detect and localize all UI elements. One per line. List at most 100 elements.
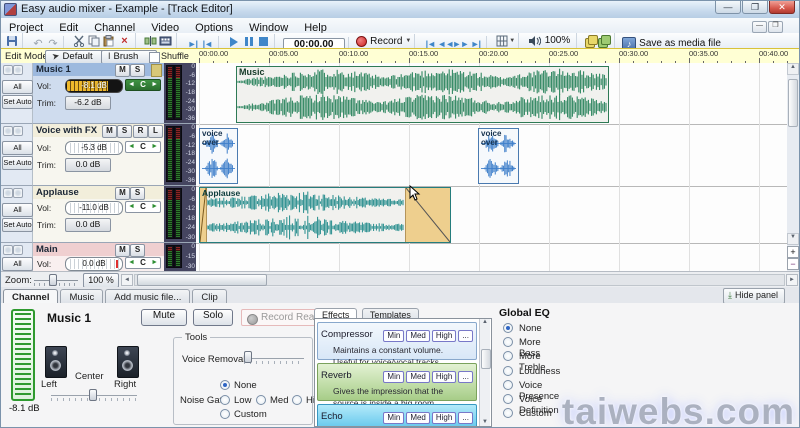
zoom-out-button[interactable]: − bbox=[787, 258, 799, 270]
track-header[interactable]: Music 1 M S bbox=[33, 63, 164, 76]
set-auto-button[interactable]: Set Auto bbox=[2, 95, 33, 109]
effect-card-echo[interactable]: Echo MinMedHigh... bbox=[317, 404, 477, 427]
minimize-button[interactable]: — bbox=[715, 1, 741, 14]
solo-track-button[interactable]: S bbox=[117, 125, 132, 138]
pan-control[interactable]: ◄ C ► bbox=[125, 201, 161, 213]
pan-left-icon[interactable]: ◄ bbox=[128, 201, 135, 213]
timeline[interactable]: Music voice over voice over Applause bbox=[196, 63, 787, 271]
mute-track-button[interactable]: M bbox=[102, 125, 117, 138]
radio-icon[interactable] bbox=[503, 337, 513, 347]
volume-slider[interactable]: -5.3 dB bbox=[65, 141, 123, 155]
solo-track-button[interactable]: S bbox=[130, 244, 145, 257]
options-icon[interactable] bbox=[13, 188, 23, 198]
scroll-down-button[interactable]: ▼ bbox=[787, 233, 799, 245]
trim-button[interactable]: 0.0 dB bbox=[65, 218, 111, 232]
copy-icon[interactable] bbox=[87, 34, 102, 47]
radio-icon[interactable] bbox=[503, 366, 513, 376]
save-icon[interactable] bbox=[4, 34, 19, 47]
all-button[interactable]: All bbox=[2, 80, 33, 94]
track-header[interactable]: Applause M S bbox=[33, 186, 164, 199]
effect--button[interactable]: ... bbox=[458, 371, 473, 383]
solo-button[interactable]: Solo bbox=[193, 309, 233, 326]
effect-Min-button[interactable]: Min bbox=[383, 330, 404, 342]
options-icon[interactable] bbox=[13, 126, 23, 136]
maximize-button[interactable]: ❐ bbox=[742, 1, 768, 14]
options-icon[interactable] bbox=[13, 245, 23, 255]
clip-voice-over-1[interactable]: voice over bbox=[199, 128, 238, 184]
voice-removal-slider-track[interactable] bbox=[244, 358, 304, 359]
effect-High-button[interactable]: High bbox=[432, 330, 456, 342]
pan-left-icon[interactable]: ◄ bbox=[128, 141, 135, 153]
shuffle-checkbox[interactable] bbox=[149, 52, 160, 63]
track-header[interactable]: Voice with FX M S R L bbox=[33, 124, 164, 137]
scroll-up-button[interactable]: ▲ bbox=[787, 63, 799, 75]
delete-icon[interactable]: × bbox=[117, 34, 132, 47]
radio-icon[interactable] bbox=[503, 323, 513, 333]
pan-control[interactable]: ◄ C ► bbox=[125, 79, 161, 91]
noise-gate-med-radio[interactable] bbox=[256, 395, 266, 405]
record-dropdown-icon[interactable]: ▼ bbox=[405, 38, 411, 44]
effect-High-button[interactable]: High bbox=[432, 412, 456, 424]
noise-gate-low-radio[interactable] bbox=[220, 395, 230, 405]
zoom-slider-thumb[interactable] bbox=[49, 274, 57, 286]
trim-button[interactable]: 0.0 dB bbox=[65, 158, 111, 172]
effects-scrollbar[interactable]: ▲▼ bbox=[479, 319, 490, 426]
mute-track-button[interactable]: M bbox=[115, 187, 130, 200]
pan-left-icon[interactable]: ◄ bbox=[128, 257, 135, 269]
hide-panel-button[interactable]: ⤓Hide panel bbox=[723, 288, 785, 304]
clip-music[interactable]: Music bbox=[236, 66, 609, 123]
v-scrollbar-thumb[interactable] bbox=[788, 79, 798, 127]
layer-green-icon[interactable] bbox=[598, 35, 611, 47]
h-scrollbar-thumb[interactable] bbox=[137, 274, 267, 286]
zoom-value[interactable]: 100 % bbox=[83, 273, 119, 288]
grid-icon[interactable] bbox=[494, 34, 509, 47]
pan-left-icon[interactable]: ◄ bbox=[128, 79, 135, 91]
zoom-in-button[interactable]: + bbox=[787, 246, 799, 258]
cut-icon[interactable] bbox=[72, 34, 87, 47]
effects-scrollbar-thumb[interactable] bbox=[481, 349, 491, 369]
collapse-icon[interactable] bbox=[3, 188, 13, 198]
mute-track-button[interactable]: M bbox=[115, 244, 130, 257]
play-icon[interactable] bbox=[226, 35, 241, 48]
film-icon[interactable] bbox=[158, 34, 173, 47]
radio-icon[interactable] bbox=[503, 351, 513, 361]
set-auto-button[interactable]: Set Auto bbox=[2, 218, 33, 232]
time-ruler[interactable]: 00:00.0000:05.0000:10.0000:15.0000:20.00… bbox=[196, 49, 798, 64]
h-scroll-right-button[interactable]: ► bbox=[786, 274, 798, 286]
layer-yellow-icon[interactable] bbox=[585, 35, 598, 47]
split-clip-icon[interactable] bbox=[143, 34, 158, 47]
pan-right-icon[interactable]: ► bbox=[151, 201, 158, 213]
radio-icon[interactable] bbox=[503, 380, 513, 390]
close-button[interactable]: ✕ bbox=[769, 1, 795, 14]
solo-track-button[interactable]: S bbox=[130, 187, 145, 200]
pan-right-icon[interactable]: ► bbox=[151, 79, 158, 91]
noise-gate-none-radio[interactable] bbox=[220, 380, 230, 390]
clip-voice-over-2[interactable]: voice over bbox=[478, 128, 519, 184]
radio-icon[interactable] bbox=[503, 408, 513, 418]
listen-track-button[interactable]: L bbox=[148, 125, 163, 138]
all-button[interactable]: All bbox=[2, 257, 33, 271]
effect-Med-button[interactable]: Med bbox=[406, 371, 430, 383]
options-icon[interactable] bbox=[13, 65, 23, 75]
default-tool-button[interactable]: ➤Default bbox=[45, 50, 109, 64]
stop-icon[interactable] bbox=[256, 35, 271, 48]
mute-button[interactable]: Mute bbox=[141, 309, 187, 326]
effect-Med-button[interactable]: Med bbox=[406, 412, 430, 424]
speaker-icon[interactable] bbox=[527, 34, 542, 47]
noise-gate-custom-radio[interactable] bbox=[220, 409, 230, 419]
effect-Min-button[interactable]: Min bbox=[383, 412, 404, 424]
h-scroll-left-button[interactable]: ◄ bbox=[121, 274, 133, 286]
collapse-icon[interactable] bbox=[3, 65, 13, 75]
collapse-icon[interactable] bbox=[3, 245, 13, 255]
pan-right-icon[interactable]: ► bbox=[151, 141, 158, 153]
solo-track-button[interactable]: S bbox=[130, 64, 145, 77]
track-header[interactable]: Main M S bbox=[33, 243, 164, 256]
mdi-minimize-icon[interactable]: — bbox=[752, 21, 767, 33]
effect-card-compressor[interactable]: Compressor MinMedHigh... Maintains a con… bbox=[317, 322, 477, 360]
paste-icon[interactable] bbox=[102, 34, 117, 47]
effect-card-reverb[interactable]: Reverb MinMedHigh... Gives the impressio… bbox=[317, 363, 477, 401]
mdi-restore-icon[interactable]: ❐ bbox=[768, 21, 783, 33]
record-track-button[interactable]: R bbox=[133, 125, 148, 138]
effect--button[interactable]: ... bbox=[458, 330, 473, 342]
trim-button[interactable]: -6.2 dB bbox=[65, 96, 111, 110]
